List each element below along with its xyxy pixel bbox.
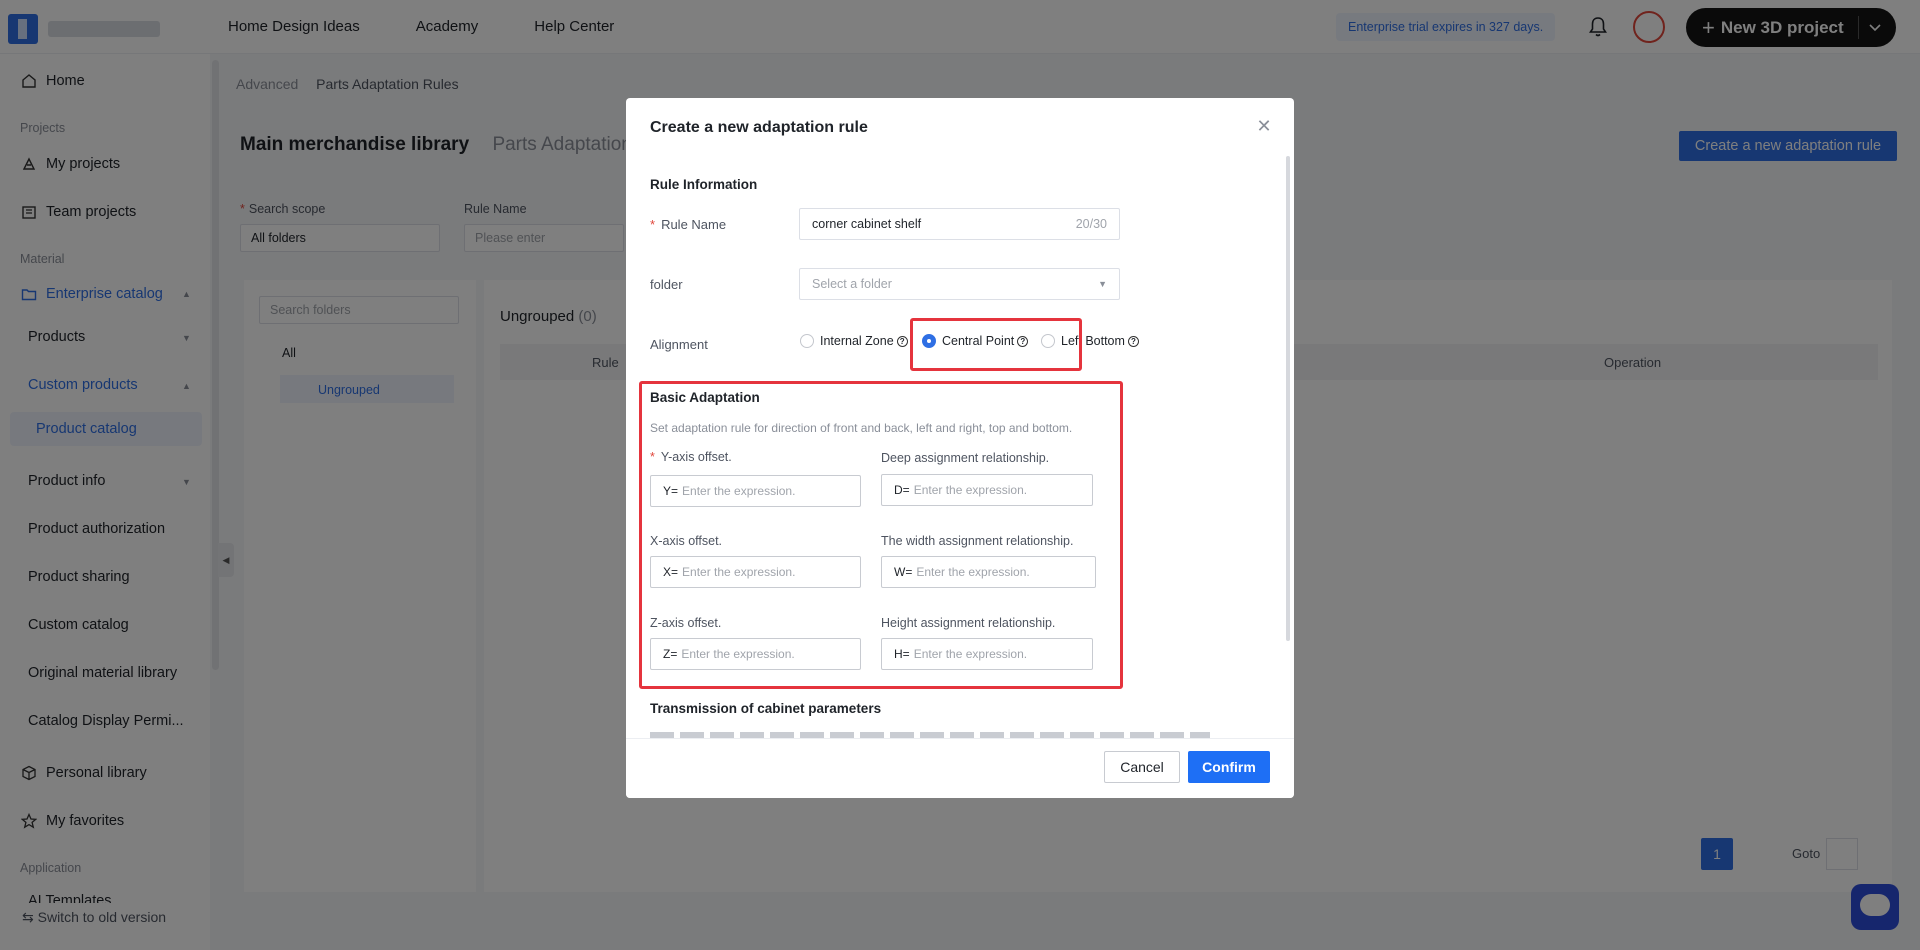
x-axis-label: X-axis offset. (650, 534, 723, 548)
alignment-label: Alignment (650, 337, 708, 352)
width-label: The width assignment relationship. (881, 534, 1074, 548)
depth-label: Deep assignment relationship. (881, 451, 1050, 465)
section-transmission: Transmission of cabinet parameters (650, 701, 882, 716)
dialog-title: Create a new adaptation rule (650, 119, 868, 136)
help-icon[interactable]: ? (1127, 335, 1139, 347)
w-expression-input[interactable]: W= Enter the expression. (881, 556, 1096, 588)
height-label: Height assignment relationship. (881, 616, 1056, 630)
rule-name-label: * Rule Name (650, 217, 727, 232)
folder-label: folder (650, 277, 683, 292)
help-icon[interactable]: ? (896, 335, 908, 347)
radio-button (800, 334, 814, 348)
close-icon[interactable]: ✕ (1254, 116, 1274, 136)
basic-adaptation-description: Set adaptation rule for direction of fro… (650, 421, 1073, 435)
z-axis-label: Z-axis offset. (650, 616, 722, 630)
chevron-down-icon: ▼ (1098, 279, 1107, 289)
cancel-button[interactable]: Cancel (1104, 751, 1180, 783)
rule-name-input[interactable]: corner cabinet shelf 20/30 (799, 208, 1120, 240)
radio-internal-zone[interactable]: Internal Zone ? (800, 334, 908, 348)
dialog-scrollbar[interactable] (1286, 156, 1290, 641)
section-basic-adaptation: Basic Adaptation (650, 390, 760, 405)
create-rule-dialog: Create a new adaptation rule ✕ Rule Info… (626, 98, 1294, 798)
folder-select[interactable]: Select a folder ▼ (799, 268, 1120, 300)
x-expression-input[interactable]: X= Enter the expression. (650, 556, 861, 588)
z-expression-input[interactable]: Z= Enter the expression. (650, 638, 861, 670)
y-axis-label: * Y-axis offset. (650, 450, 732, 464)
h-expression-input[interactable]: H= Enter the expression. (881, 638, 1093, 670)
y-expression-input[interactable]: Y= Enter the expression. (650, 475, 861, 507)
confirm-button[interactable]: Confirm (1188, 751, 1270, 783)
section-rule-information: Rule Information (650, 177, 758, 192)
d-expression-input[interactable]: D= Enter the expression. (881, 474, 1093, 506)
char-counter: 20/30 (1075, 217, 1107, 231)
alignment-highlight-box (910, 318, 1082, 371)
